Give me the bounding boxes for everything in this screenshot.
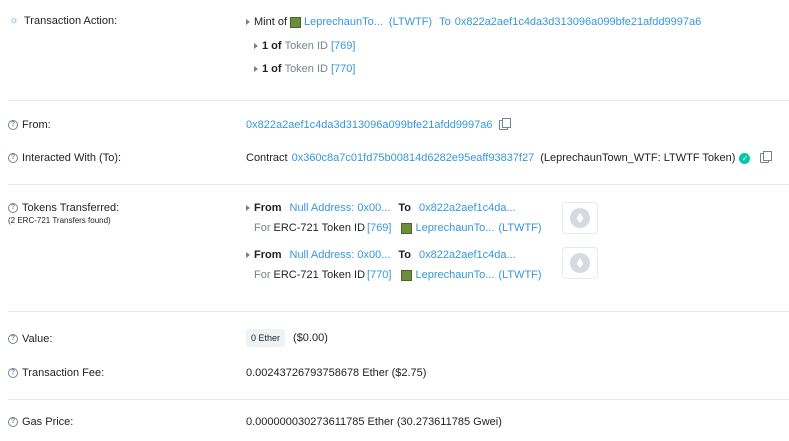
mint-item: 1 of Token ID [770] bbox=[254, 63, 355, 75]
transaction-fee-value: 0.00243726793758678 Ether ($2.75) bbox=[246, 367, 427, 379]
caret-right-icon bbox=[246, 252, 250, 258]
token-image-icon bbox=[401, 222, 413, 234]
token-name-link[interactable]: LeprechaunTo... bbox=[415, 222, 494, 234]
question-circle-icon[interactable]: ? bbox=[8, 334, 18, 344]
contract-address-link[interactable]: 0x360c8a7c01fd75b00814d6282e95eaff93837f… bbox=[292, 152, 535, 164]
ethereum-icon bbox=[570, 253, 590, 273]
transaction-action-label: ☼ Transaction Action: bbox=[9, 15, 118, 27]
from-label: ? From: bbox=[8, 119, 51, 131]
transfer-from-to: From Null Address: 0x00... To 0x822a2aef… bbox=[246, 249, 516, 261]
token-symbol-link[interactable]: (LTWTF) bbox=[498, 222, 541, 234]
caret-right-icon bbox=[246, 205, 250, 211]
divider bbox=[8, 311, 789, 312]
to-address-link[interactable]: 0x822a2aef1c4da... bbox=[419, 202, 516, 214]
usd-value: ($0.00) bbox=[293, 332, 328, 344]
divider bbox=[8, 100, 789, 101]
nft-thumbnail[interactable] bbox=[562, 247, 598, 279]
tokens-transferred-label: ? Tokens Transferred: bbox=[8, 202, 119, 214]
question-circle-icon[interactable]: ? bbox=[8, 417, 18, 427]
nft-thumbnail[interactable] bbox=[562, 202, 598, 234]
to-address-link[interactable]: 0x822a2aef1c4da3d313096a099bfe21afdd9997… bbox=[455, 16, 702, 28]
token-id-link[interactable]: [769] bbox=[331, 40, 355, 52]
transfer-token: For ERC-721 Token ID [769] LeprechaunTo.… bbox=[254, 222, 542, 234]
caret-right-icon bbox=[246, 19, 250, 25]
question-circle-icon[interactable]: ? bbox=[8, 203, 18, 213]
lightbulb-icon: ☼ bbox=[9, 15, 19, 26]
question-circle-icon[interactable]: ? bbox=[8, 368, 18, 378]
divider bbox=[8, 184, 789, 185]
token-id-link[interactable]: [770] bbox=[367, 269, 391, 281]
value-label: ? Value: bbox=[8, 333, 52, 345]
caret-right-icon bbox=[254, 66, 258, 72]
interacted-with-label: ? Interacted With (To): bbox=[8, 152, 121, 164]
to-word: To bbox=[439, 16, 451, 28]
token-image-icon bbox=[290, 16, 302, 28]
from-address-link[interactable]: 0x822a2aef1c4da3d313096a099bfe21afdd9997… bbox=[246, 119, 493, 131]
question-circle-icon[interactable]: ? bbox=[8, 153, 18, 163]
token-name-link[interactable]: LeprechaunTo... bbox=[415, 269, 494, 281]
to-address-link[interactable]: 0x822a2aef1c4da... bbox=[419, 249, 516, 261]
token-symbol-link[interactable]: (LTWTF) bbox=[389, 16, 432, 28]
copy-icon[interactable] bbox=[498, 118, 511, 130]
ether-value-badge: 0 Ether bbox=[246, 329, 286, 347]
token-id-link[interactable]: [770] bbox=[331, 63, 355, 75]
transfer-from-to: From Null Address: 0x00... To 0x822a2aef… bbox=[246, 202, 516, 214]
gas-price-value: 0.000000030273611785 Ether (30.273611785… bbox=[246, 416, 502, 428]
token-id-link[interactable]: [769] bbox=[367, 222, 391, 234]
gas-price-label: ? Gas Price: bbox=[8, 416, 73, 428]
ethereum-icon bbox=[570, 208, 590, 228]
contract-name: (LeprechaunTown_WTF: LTWTF Token) bbox=[540, 152, 736, 164]
check-circle-icon: ✓ bbox=[739, 152, 751, 164]
from-address-link[interactable]: Null Address: 0x00... bbox=[290, 202, 391, 214]
transaction-fee-label: ? Transaction Fee: bbox=[8, 367, 104, 379]
mint-item: 1 of Token ID [769] bbox=[254, 40, 355, 52]
mint-action: Mint of LeprechaunTo... (LTWTF) To 0x822… bbox=[246, 16, 701, 28]
question-circle-icon[interactable]: ? bbox=[8, 120, 18, 130]
transfer-token: For ERC-721 Token ID [770] LeprechaunTo.… bbox=[254, 269, 542, 281]
copy-icon[interactable] bbox=[760, 151, 773, 163]
token-image-icon bbox=[401, 269, 413, 281]
token-symbol-link[interactable]: (LTWTF) bbox=[498, 269, 541, 281]
token-name-link[interactable]: LeprechaunTo... bbox=[304, 16, 383, 28]
caret-right-icon bbox=[254, 43, 258, 49]
from-address-link[interactable]: Null Address: 0x00... bbox=[290, 249, 391, 261]
divider bbox=[8, 399, 789, 400]
transfers-count: (2 ERC-721 Transfers found) bbox=[8, 216, 111, 225]
